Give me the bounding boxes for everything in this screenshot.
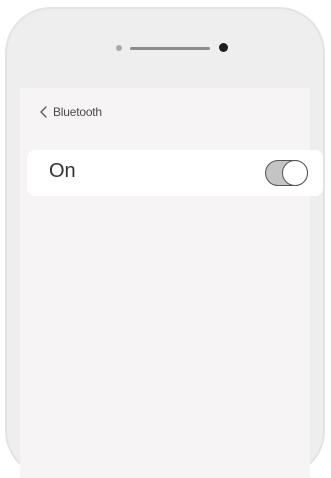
back-label: Bluetooth bbox=[53, 105, 102, 119]
back-button[interactable]: Bluetooth bbox=[38, 102, 102, 122]
bluetooth-toggle[interactable] bbox=[265, 160, 308, 186]
bluetooth-toggle-row: On bbox=[27, 150, 323, 196]
phone-frame: Bluetooth On bbox=[5, 7, 325, 478]
toggle-knob bbox=[282, 160, 308, 186]
chevron-left-icon bbox=[38, 104, 49, 120]
front-camera bbox=[116, 45, 122, 51]
proximity-sensor bbox=[219, 43, 228, 52]
bluetooth-state-label: On bbox=[49, 160, 76, 182]
earpiece-speaker bbox=[130, 47, 210, 50]
screen: Bluetooth On bbox=[20, 88, 323, 478]
